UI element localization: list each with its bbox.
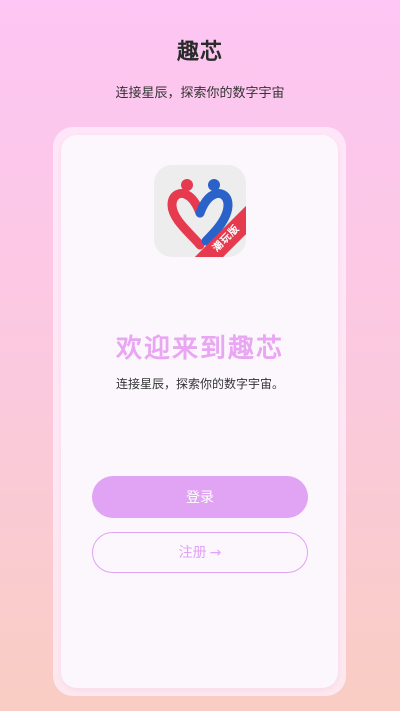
arrow-right-icon: → (209, 545, 222, 561)
app-title: 趣芯 (176, 40, 223, 65)
welcome-title: 欢迎来到趣芯 (115, 334, 284, 364)
app-subtitle: 连接星辰，探索你的数字宇宙 (115, 86, 285, 101)
register-button[interactable]: 注册 → (92, 532, 308, 573)
register-button-label: 注册 (178, 545, 207, 561)
login-button[interactable]: 登录 (92, 476, 308, 518)
welcome-subtitle: 连接星辰，探索你的数字宇宙。 (115, 377, 284, 391)
app-logo: 潮玩版 (154, 165, 246, 257)
login-button-label: 登录 (186, 490, 214, 506)
